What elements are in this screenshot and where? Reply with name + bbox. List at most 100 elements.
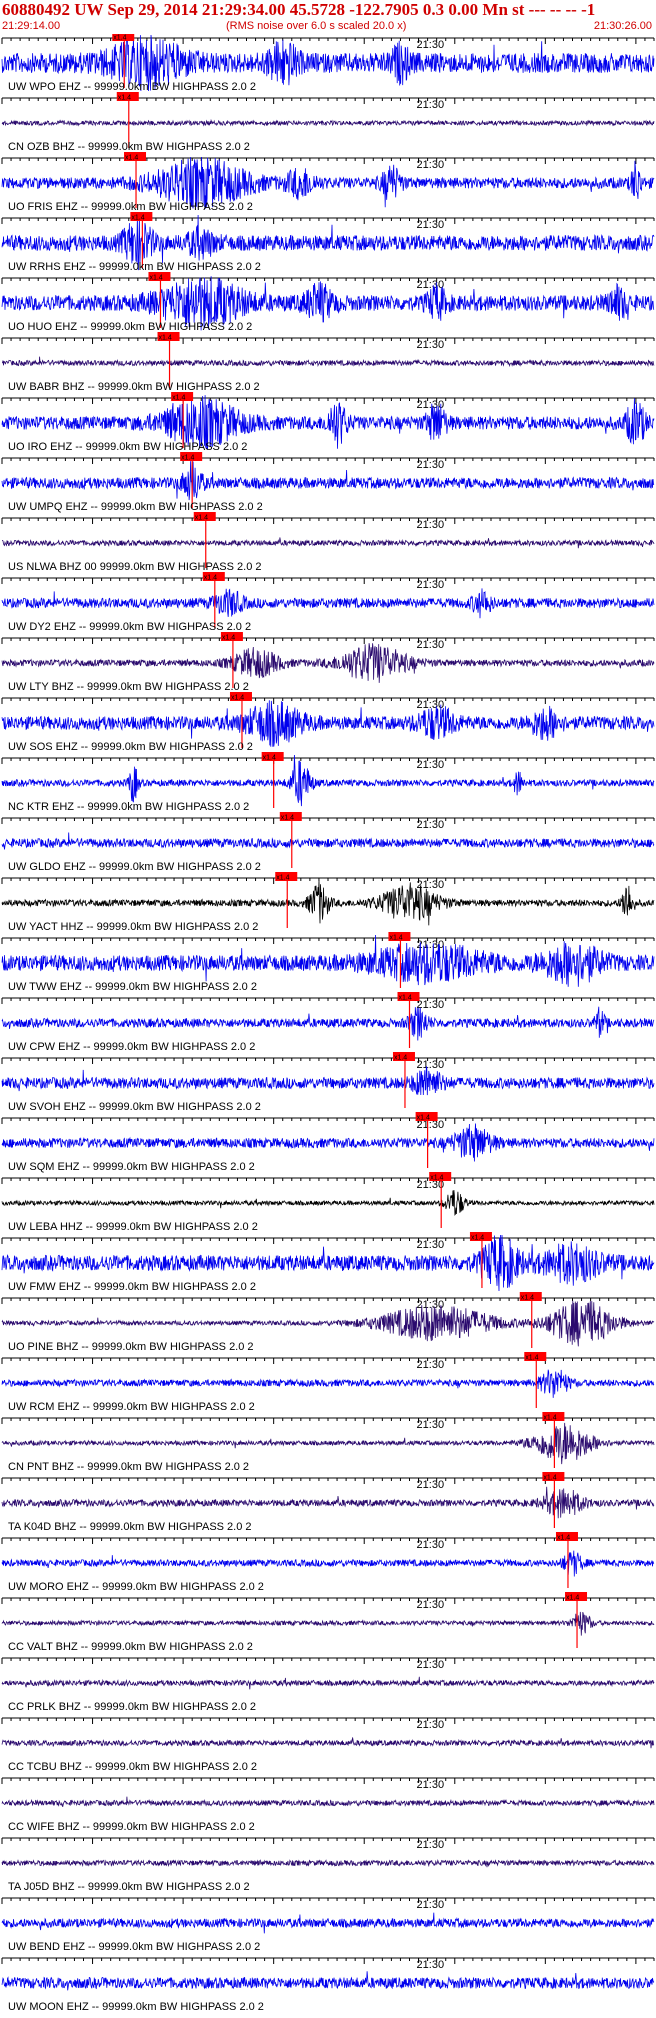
trace-panel: 21:30 x1.4 TA K04D BHZ -- 99999.0km BW HIG… (1, 1472, 655, 1533)
channel-label: UO FRIS EHZ -- 99999.0km BW HIGHPASS 2.0… (8, 201, 253, 213)
channel-label: UW LTY BHZ -- 99999.0km BW HIGHPASS 2.0 … (8, 681, 249, 693)
trace-panel: 21:30 x1.4 CC VALT BHZ -- 99999.0km BW HIG… (1, 1592, 655, 1653)
pick-label: x1.4 (389, 935, 402, 942)
trace-panel: 21:30 x1.4 UW SOS EHZ -- 99999.0km BW HIGH… (1, 692, 655, 753)
waveform (1, 1737, 655, 1749)
pick-label: x1.4 (172, 395, 185, 402)
minute-label: 21:30 (417, 159, 445, 171)
trace-panel: 21:30 x1.4 UW MORO EHZ -- 99999.0km BW HIG… (1, 1532, 655, 1593)
trace-panel: 21:30 x1.4 UW UMPQ EHZ -- 99999.0km BW HIG… (1, 452, 655, 513)
plot-header: 60880492 UW Sep 29, 2014 21:29:34.00 45.… (0, 0, 656, 34)
trace-panel: 21:30 TA J05D BHZ -- 99999.0km BW HIGHPAS… (1, 1837, 655, 1893)
waveform (1, 1190, 655, 1216)
waveform (1, 700, 655, 747)
pick-label: x1.4 (131, 215, 144, 222)
minute-label: 21:30 (417, 1839, 445, 1851)
pick-label: x1.4 (543, 1415, 556, 1422)
pick-label: x1.4 (543, 1475, 556, 1482)
trace-panel: 21:30 x1.4 UO IRO EHZ -- 99999.0km BW HIGH… (1, 392, 655, 453)
channel-label: CC TCBU BHZ -- 99999.0km BW HIGHPASS 2.0… (8, 1761, 257, 1773)
channel-label: CC VALT BHZ -- 99999.0km BW HIGHPASS 2.0… (8, 1641, 253, 1653)
minute-label: 21:30 (417, 399, 445, 411)
minute-label: 21:30 (417, 1659, 445, 1671)
minute-label: 21:30 (417, 1539, 445, 1551)
pick-label: x1.4 (417, 1115, 430, 1122)
trace-panel: 21:30x1.4UW YACT HHZ -- 99999.0km BW HIG… (1, 872, 655, 933)
pick-label: x1.4 (394, 1055, 407, 1062)
trace-panel: 21:30 x1.4 UW LTY BHZ -- 99999.0km BW HIGH… (1, 632, 655, 693)
channel-label: TA K04D BHZ -- 99999.0km BW HIGHPASS 2.0… (8, 1521, 252, 1533)
channel-label: UW DY2 EHZ -- 99999.0km BW HIGHPASS 2.0 … (8, 621, 251, 633)
channel-label: US NLWA BHZ 00 99999.0km BW HIGHPASS 2.0… (8, 561, 262, 573)
pick-label: x1.4 (231, 695, 244, 702)
channel-label: CN OZB BHZ -- 99999.0km BW HIGHPASS 2.0 … (8, 141, 250, 153)
minute-label: 21:30 (417, 1599, 445, 1611)
waveform (1, 588, 655, 619)
minute-label: 21:30 (417, 99, 445, 111)
channel-label: NC KTR EHZ -- 99999.0km BW HIGHPASS 2.0 … (8, 801, 249, 813)
waveform (1, 461, 655, 501)
trace-panel: 21:30 x1.4 UW RCM EHZ -- 99999.0km BW HIGH… (1, 1352, 655, 1413)
channel-label: UW TWW EHZ -- 99999.0km BW HIGHPASS 2.0 … (8, 981, 257, 993)
channel-label: UW BABR BHZ -- 99999.0km BW HIGHPASS 2.0… (8, 381, 260, 393)
minute-label: 21:30 (417, 1779, 445, 1791)
minute-label: 21:30 (417, 1479, 445, 1491)
channel-label: UO IRO EHZ -- 99999.0km BW HIGHPASS 2.0 … (8, 441, 247, 453)
minute-label: 21:30 (417, 459, 445, 471)
channel-label: UW YACT HHZ -- 99999.0km BW HIGHPASS 2.0… (8, 921, 258, 933)
pick-label: x1.4 (399, 995, 412, 1002)
trace-panel: 21:30 x1.4 UO HUO EHZ -- 99999.0km BW HIGH… (1, 272, 655, 333)
trace-panel: 21:30 x1.4 US NLWA BHZ 00 99999.0km BW HIG… (1, 512, 655, 573)
channel-label: TA J05D BHZ -- 99999.0km BW HIGHPASS 2.0… (8, 1881, 250, 1893)
pick-label: x1.4 (281, 815, 294, 822)
pick-label: x1.4 (263, 755, 276, 762)
trace-panel: 21:30 x1.4 UW RRHS EHZ -- 99999.0km BW HIG… (1, 212, 655, 273)
waveform (1, 1066, 655, 1096)
waveform (2, 537, 655, 549)
pick-label: x1.4 (195, 515, 208, 522)
minute-label: 21:30 (417, 1059, 445, 1071)
start-time: 21:29:14.00 (2, 20, 61, 32)
channel-label: UW CPW EHZ -- 99999.0km BW HIGHPASS 2.0 … (8, 1041, 255, 1053)
channel-label: CC WIFE BHZ -- 99999.0km BW HIGHPASS 2.0… (8, 1821, 255, 1833)
pick-label: x1.4 (181, 455, 194, 462)
channel-label: UW WPO EHZ -- 99999.0km BW HIGHPASS 2.0 … (8, 81, 256, 93)
channel-label: UW RCM EHZ -- 99999.0km BW HIGHPASS 2.0 … (8, 1401, 255, 1413)
trace-panel: 21:30x1.4UW TWW EHZ -- 99999.0km BW HIGH… (1, 932, 655, 993)
waveform (1, 1912, 655, 1934)
channel-label: UW FMW EHZ -- 99999.0km BW HIGHPASS 2.0 … (8, 1281, 256, 1293)
minute-label: 21:30 (417, 819, 445, 831)
trace-panel: 21:30 x1.4 UO FRIS EHZ -- 99999.0km BW HIG… (1, 152, 655, 213)
trace-panel: 21:30 x1.4 UW SVOH EHZ -- 99999.0km BW HIG… (1, 1052, 655, 1113)
pick-label: x1.4 (222, 635, 235, 642)
waveform (1, 1859, 655, 1868)
channel-label: UW SOS EHZ -- 99999.0km BW HIGHPASS 2.0 … (8, 741, 253, 753)
event-title: 60880492 UW Sep 29, 2014 21:29:34.00 45.… (2, 0, 596, 19)
trace-panel: 21:30 x1.4 UW DY2 EHZ -- 99999.0km BW HIGH… (1, 572, 655, 633)
trace-panel: 21:30 x1.4 CN PNT BHZ -- 99999.0km BW HIGH… (1, 1412, 655, 1473)
channel-label: UW MOON EHZ -- 99999.0km BW HIGHPASS 2.0… (8, 2001, 264, 2013)
channel-label: UW SQM EHZ -- 99999.0km BW HIGHPASS 2.0 … (8, 1161, 255, 1173)
waveform (1, 1369, 655, 1398)
minute-label: 21:30 (417, 1719, 445, 1731)
channel-label: CN PNT BHZ -- 99999.0km BW HIGHPASS 2.0 … (8, 1461, 249, 1473)
waveform (1, 1676, 655, 1690)
channel-label: UO HUO EHZ -- 99999.0km BW HIGHPASS 2.0 … (8, 321, 252, 333)
channel-label: UW GLDO EHZ -- 99999.0km BW HIGHPASS 2.0… (8, 861, 261, 873)
pick-label: x1.4 (566, 1595, 579, 1602)
channel-label: CC PRLK BHZ -- 99999.0km BW HIGHPASS 2.0… (8, 1701, 256, 1713)
pick-label: x1.4 (276, 875, 289, 882)
trace-panel: 21:30 x1.4 UW BABR BHZ -- 99999.0km BW HIG… (1, 332, 655, 393)
trace-panel: 21:30 UW MOON EHZ -- 99999.0km BW HIGHPAS… (1, 1957, 655, 2013)
waveform (1, 1550, 655, 1577)
pick-label: x1.4 (204, 575, 217, 582)
seismogram-plot: 21:30 x1.4 UW WPO EHZ -- 99999.0km BW HIGH… (1, 34, 655, 2013)
waveform (1, 1422, 655, 1465)
waveform (1, 643, 655, 683)
minute-label: 21:30 (417, 1899, 445, 1911)
waveform (1, 1123, 655, 1162)
trace-panel: 21:30 CC TCBU BHZ -- 99999.0km BW HIGHPAS… (1, 1717, 655, 1773)
trace-panel: 21:30 x1.4 UW WPO EHZ -- 99999.0km BW HIGH… (1, 34, 655, 93)
waveform (1, 118, 655, 127)
waveform (1, 880, 655, 926)
